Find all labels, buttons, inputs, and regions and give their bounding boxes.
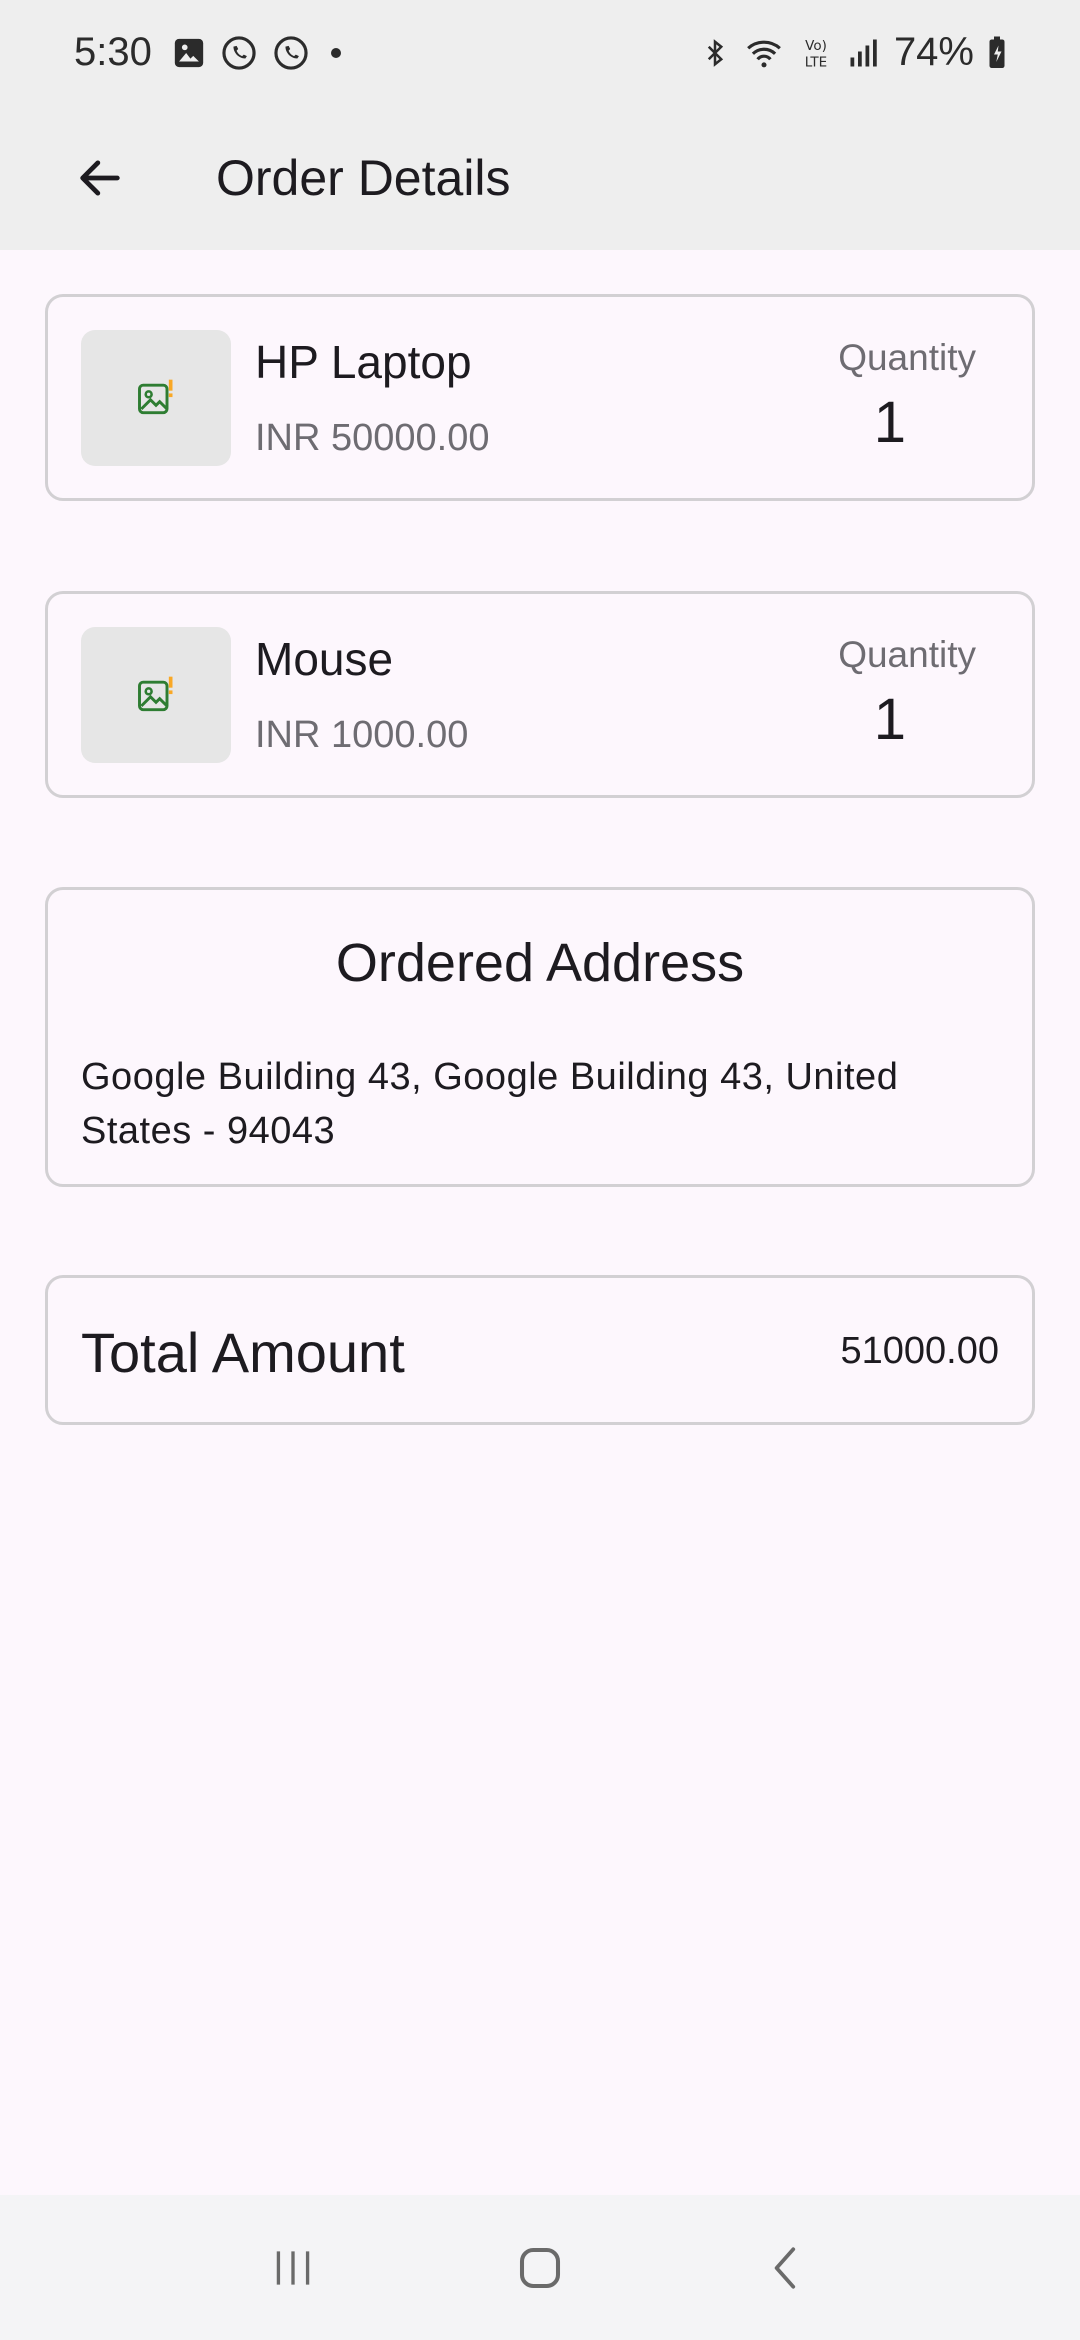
- address-title: Ordered Address: [335, 933, 745, 993]
- recent-apps-icon: [277, 2250, 310, 2285]
- page-title: Order Details: [216, 149, 511, 206]
- whatsapp-icon: [272, 34, 310, 72]
- product-thumbnail: [81, 330, 231, 466]
- quantity-label: Quantity: [838, 634, 976, 675]
- address-card: Ordered Address Google Building 43, Goog…: [45, 887, 1035, 1187]
- back-button[interactable]: [64, 142, 136, 214]
- signal-icon: [846, 35, 882, 71]
- home-button[interactable]: [500, 2228, 580, 2308]
- dot-icon: [324, 41, 348, 65]
- gallery-icon: [172, 36, 206, 70]
- order-item-card: HP Laptop INR 50000.00 Quantity 1: [45, 294, 1035, 501]
- system-nav-bar: [0, 2195, 1080, 2340]
- arrow-left-icon: [80, 159, 120, 196]
- nav-back-button[interactable]: [747, 2228, 827, 2308]
- product-name: Mouse: [255, 633, 394, 685]
- product-thumbnail: [81, 627, 231, 763]
- total-label: Total Amount: [81, 1321, 405, 1384]
- bluetooth-icon: [700, 35, 730, 71]
- volte-icon: Vo) LTE: [798, 34, 834, 72]
- total-value: 51000.00: [840, 1330, 1000, 1372]
- product-price: INR 50000.00: [255, 417, 490, 459]
- status-left: 5:30: [74, 30, 348, 75]
- status-right: Vo) LTE 74%: [700, 30, 1008, 75]
- status-time: 5:30: [74, 30, 152, 74]
- wifi-icon: [742, 34, 786, 72]
- battery-icon: [986, 35, 1008, 71]
- product-name: HP Laptop: [255, 336, 472, 388]
- recent-apps-button[interactable]: [253, 2228, 333, 2308]
- address-text: Google Building 43, Google Building 43, …: [81, 1056, 899, 1152]
- whatsapp-icon: [220, 34, 258, 72]
- quantity-label: Quantity: [838, 337, 976, 378]
- svg-text:Vo): Vo): [805, 38, 827, 54]
- battery-percent: 74%: [893, 30, 974, 74]
- home-icon: [519, 2247, 561, 2288]
- total-card: Total Amount 51000.00: [45, 1275, 1035, 1425]
- quantity-value: 1: [873, 390, 906, 455]
- broken-image-icon: [138, 379, 173, 415]
- order-item-card: Mouse INR 1000.00 Quantity 1: [45, 591, 1035, 798]
- svg-text:LTE: LTE: [805, 54, 827, 70]
- quantity-value: 1: [873, 687, 906, 752]
- product-price: INR 1000.00: [255, 714, 469, 756]
- chevron-left-icon: [774, 2246, 795, 2289]
- status-bar: 5:30 Vo) LTE 74%: [0, 0, 1080, 105]
- app-bar: Order Details: [0, 105, 1080, 250]
- broken-image-icon: [138, 676, 173, 712]
